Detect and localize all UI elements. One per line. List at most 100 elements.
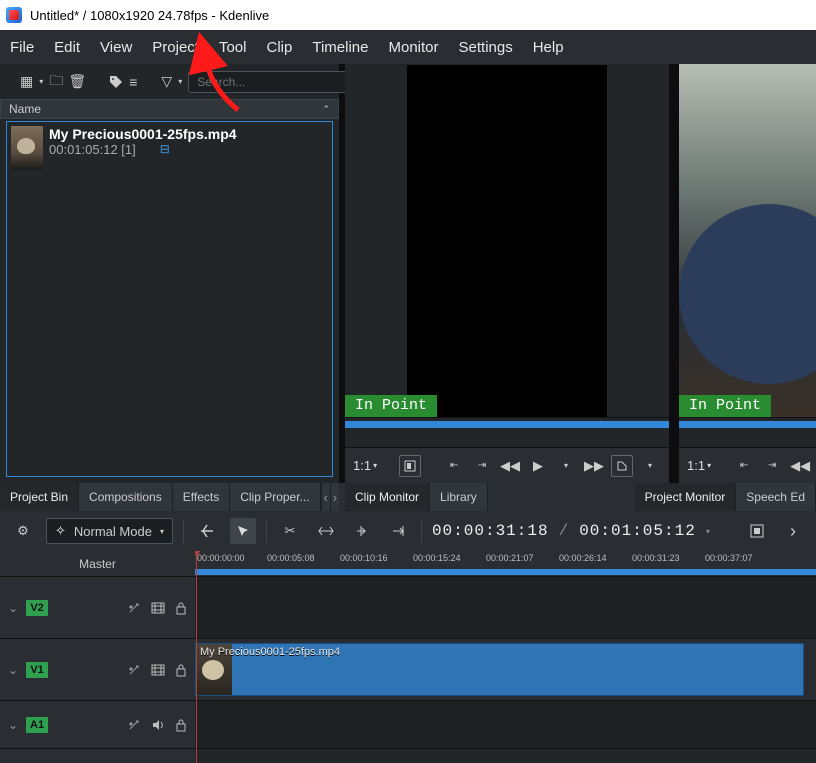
timeline-clip[interactable]: My Precious0001-25fps.mp4 <box>195 643 804 696</box>
project-monitor-viewport[interactable]: In Point <box>679 64 816 417</box>
lane-v2[interactable] <box>195 577 816 639</box>
forward-icon[interactable]: ▶▶ <box>583 455 605 477</box>
spacer-tool-icon[interactable] <box>313 518 339 544</box>
effects-icon[interactable] <box>127 663 141 677</box>
tab-clip-properties[interactable]: Clip Proper... <box>230 483 320 511</box>
set-in-icon[interactable]: ⇤ <box>443 455 465 477</box>
timeline-ruler[interactable]: 00:00:00:00 00:00:05:08 00:00:10:16 00:0… <box>195 551 816 577</box>
tab-speech-editor[interactable]: Speech Ed <box>736 483 816 511</box>
dropdown-icon[interactable]: ▾ <box>39 74 43 90</box>
bin-header-label: Name <box>9 102 41 116</box>
bin-header[interactable]: Name ⌃ <box>0 99 339 119</box>
panel-tabs: Project Bin Compositions Effects Clip Pr… <box>0 483 816 511</box>
edit-mode-select[interactable]: ✧ Normal Mode ▾ <box>46 518 173 544</box>
clip-item[interactable]: My Precious0001-25fps.mp4 00:01:05:12 [1… <box>11 126 328 170</box>
track-v1[interactable]: ⌄ V1 <box>0 639 195 701</box>
in-icon[interactable] <box>399 455 421 477</box>
insert-icon[interactable] <box>349 518 375 544</box>
master-track[interactable]: Master <box>0 551 195 577</box>
track-a1[interactable]: ⌄ A1 <box>0 701 195 749</box>
options-icon[interactable]: ≡ <box>129 74 137 90</box>
timeline-duration: 00:01:05:12 <box>579 522 696 540</box>
compositing-icon[interactable] <box>194 518 220 544</box>
rewind-icon[interactable]: ◀◀ <box>789 455 811 477</box>
clip-monitor-controls: 1:1 ▾ ⇤ ⇥ ◀◀ ▶ ▾ ▶▶ ▾ <box>345 447 669 483</box>
video-icon[interactable] <box>151 601 165 615</box>
search-input[interactable] <box>188 71 361 93</box>
collapse-icon[interactable]: ⌄ <box>8 718 18 732</box>
ruler-label: 00:00:05:08 <box>267 553 315 563</box>
filter-icon[interactable]: ▽ <box>161 74 172 90</box>
project-bin-panel: ▦ ▾ 🗀 🗑 ≡ ▽ ▾ Name ⌃ My Precious0001-25f… <box>0 64 339 483</box>
set-in-icon[interactable]: ⇤ <box>733 455 755 477</box>
overwrite-icon[interactable] <box>385 518 411 544</box>
chevron-down-icon[interactable]: ▾ <box>706 527 710 536</box>
mode-label: Normal Mode <box>74 524 152 539</box>
timeline-toolbar: ⚙ ✧ Normal Mode ▾ ✂ 00:00:31:18 / 00:01:… <box>0 511 816 551</box>
scroll-left-icon[interactable]: ‹ <box>321 483 330 511</box>
tab-compositions[interactable]: Compositions <box>79 483 173 511</box>
lock-icon[interactable] <box>175 601 187 615</box>
tab-project-monitor[interactable]: Project Monitor <box>635 483 737 511</box>
project-monitor: In Point 1:1 ▾ ⇤ ⇥ ◀◀ <box>679 64 816 483</box>
collapse-icon[interactable]: ⌄ <box>8 663 18 677</box>
timeline-settings-icon[interactable]: ⚙ <box>10 518 36 544</box>
delete-icon[interactable]: 🗑 <box>69 74 85 90</box>
dropdown-icon[interactable]: ▾ <box>178 74 182 90</box>
edit-mode-icon[interactable] <box>611 455 633 477</box>
add-clip-icon[interactable]: ▦ <box>20 74 33 90</box>
timeline-tracks[interactable]: 00:00:00:00 00:00:05:08 00:00:10:16 00:0… <box>195 551 816 763</box>
lane-v1[interactable]: My Precious0001-25fps.mp4 <box>195 639 816 701</box>
more-icon[interactable]: › <box>780 518 806 544</box>
menu-tool[interactable]: Tool <box>219 39 247 56</box>
tab-project-bin[interactable]: Project Bin <box>0 483 79 511</box>
audio-icon[interactable] <box>151 718 165 732</box>
dropdown-icon[interactable]: ▾ <box>555 455 577 477</box>
menu-project[interactable]: Project <box>152 39 199 56</box>
clip-monitor-ruler[interactable] <box>345 417 669 447</box>
tab-effects[interactable]: Effects <box>173 483 230 511</box>
menu-timeline[interactable]: Timeline <box>312 39 368 56</box>
menu-settings[interactable]: Settings <box>459 39 513 56</box>
track-v2[interactable]: ⌄ V2 <box>0 577 195 639</box>
menu-edit[interactable]: Edit <box>54 39 80 56</box>
video-icon[interactable] <box>151 663 165 677</box>
effects-icon[interactable] <box>127 601 141 615</box>
project-monitor-ruler[interactable] <box>679 417 816 447</box>
tag-icon[interactable] <box>109 74 123 90</box>
timeline-position[interactable]: 00:00:31:18 <box>432 522 549 540</box>
scroll-right-icon[interactable]: › <box>330 483 339 511</box>
zoom-level[interactable]: 1:1 ▾ <box>687 458 711 473</box>
menu-view[interactable]: View <box>100 39 132 56</box>
menu-monitor[interactable]: Monitor <box>388 39 438 56</box>
rewind-icon[interactable]: ◀◀ <box>499 455 521 477</box>
clip-list[interactable]: My Precious0001-25fps.mp4 00:01:05:12 [1… <box>6 121 333 477</box>
set-out-icon[interactable]: ⇥ <box>761 455 783 477</box>
play-icon[interactable]: ▶ <box>527 455 549 477</box>
menu-help[interactable]: Help <box>533 39 564 56</box>
lane-a1[interactable] <box>195 701 816 749</box>
track-label: V1 <box>26 662 48 678</box>
clip-name-label: My Precious0001-25fps.mp4 <box>200 646 340 658</box>
collapse-icon[interactable]: ⌄ <box>8 601 18 615</box>
playhead[interactable] <box>196 551 197 763</box>
lock-icon[interactable] <box>175 663 187 677</box>
select-tool-icon[interactable] <box>230 518 256 544</box>
zoom-level[interactable]: 1:1 ▾ <box>353 458 377 473</box>
preview-icon[interactable] <box>744 518 770 544</box>
track-label: V2 <box>26 600 48 616</box>
effects-icon[interactable] <box>127 718 141 732</box>
menu-file[interactable]: File <box>10 39 34 56</box>
dropdown-icon[interactable]: ▾ <box>639 455 661 477</box>
folder-icon[interactable]: 🗀 <box>49 74 63 90</box>
razor-tool-icon[interactable]: ✂ <box>277 518 303 544</box>
mode-icon: ✧ <box>55 523 66 539</box>
menu-clip[interactable]: Clip <box>267 39 293 56</box>
sort-icon[interactable]: ⌃ <box>322 104 330 115</box>
clip-monitor-viewport[interactable]: In Point <box>345 64 669 417</box>
track-label: A1 <box>26 717 48 733</box>
set-out-icon[interactable]: ⇥ <box>471 455 493 477</box>
tab-library[interactable]: Library <box>430 483 488 511</box>
tab-clip-monitor[interactable]: Clip Monitor <box>345 483 430 511</box>
lock-icon[interactable] <box>175 718 187 732</box>
